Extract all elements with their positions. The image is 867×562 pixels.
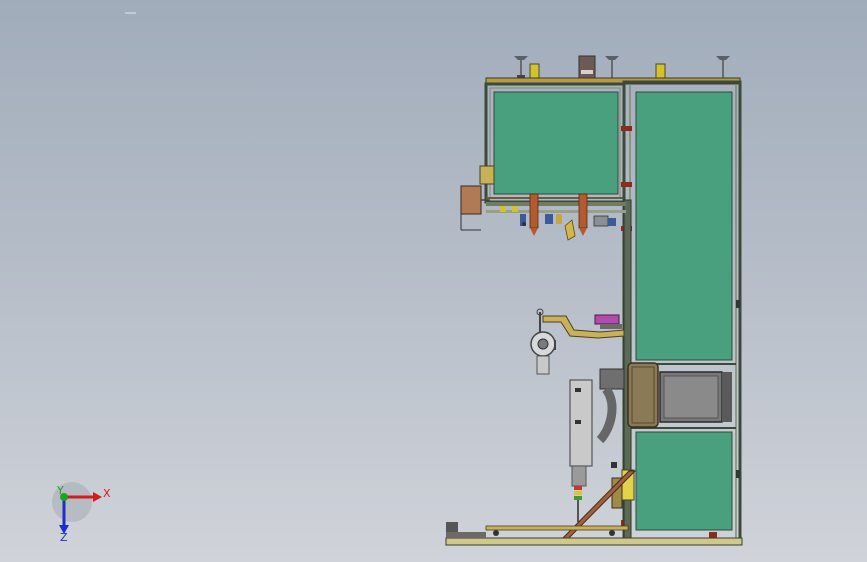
- green-panel-upper-left: [493, 91, 619, 195]
- insulator-2: [605, 56, 619, 78]
- brass-terminal-2: [655, 63, 666, 79]
- label-box: [578, 55, 596, 79]
- brass-terminal-1: [529, 63, 540, 79]
- green-panel-upper-right: [635, 91, 733, 361]
- y-axis-label: Y: [56, 484, 64, 497]
- earthing-mechanism: [530, 308, 625, 375]
- cable-termination: [569, 379, 617, 522]
- top-fittings: [514, 55, 730, 79]
- switchgear-assembly[interactable]: [445, 55, 743, 546]
- current-transformer: [599, 362, 732, 428]
- green-panel-lower-right: [635, 431, 733, 531]
- coordinate-triad: X Y Z: [52, 482, 111, 544]
- insulator-1: [514, 56, 528, 78]
- main-frame: [621, 80, 742, 544]
- z-axis-label: Z: [60, 531, 68, 544]
- x-axis-label: X: [103, 487, 111, 500]
- upper-left-compartment: [484, 82, 626, 204]
- insulator-3: [716, 56, 730, 78]
- cad-viewport[interactable]: X Y Z: [0, 0, 867, 562]
